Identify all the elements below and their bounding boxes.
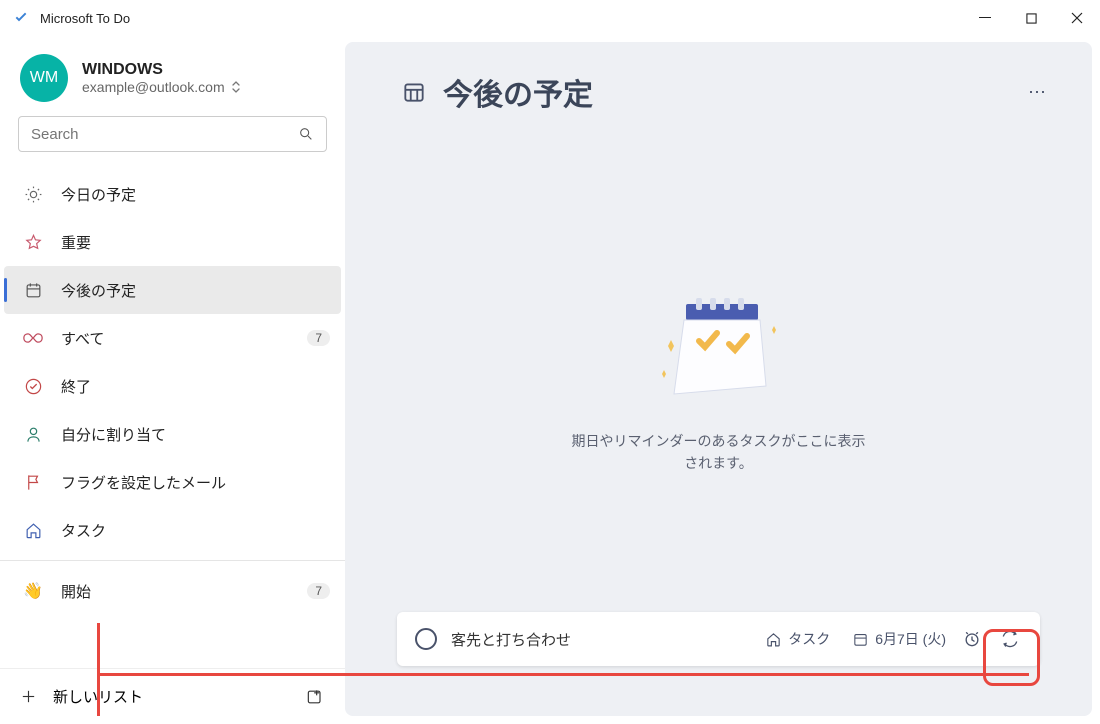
maximize-button[interactable] xyxy=(1008,0,1054,36)
task-input-card[interactable]: 客先と打ち合わせ タスク 6月7日 (火) xyxy=(397,612,1040,666)
star-icon xyxy=(23,233,43,252)
sidebar-item-my-day[interactable]: 今日の予定 xyxy=(0,170,345,218)
avatar: WM xyxy=(20,54,68,102)
sidebar-item-flagged[interactable]: フラグを設定したメール xyxy=(0,458,345,506)
sidebar-item-label: すべて xyxy=(61,328,104,349)
flag-icon xyxy=(23,473,43,492)
sidebar-item-label: 終了 xyxy=(61,376,91,397)
divider xyxy=(0,560,345,561)
repeat-button[interactable] xyxy=(998,627,1022,651)
account-switcher[interactable]: WM WINDOWS example@outlook.com xyxy=(0,46,345,116)
sun-icon xyxy=(23,185,43,204)
sidebar-item-completed[interactable]: 終了 xyxy=(0,362,345,410)
new-list-button[interactable]: 新しいリスト xyxy=(53,686,289,707)
calendar-icon xyxy=(852,631,869,648)
minimize-button[interactable] xyxy=(962,0,1008,36)
search-icon xyxy=(298,126,314,142)
sidebar-item-label: 重要 xyxy=(61,232,91,253)
list-chip[interactable]: タスク xyxy=(765,629,830,649)
main-panel: 今後の予定 ⋯ 期日やリマインダーのあるタスクがここに表示 されます。 xyxy=(345,42,1092,716)
account-email: example@outlook.com xyxy=(82,79,225,95)
sidebar-item-label: 今日の予定 xyxy=(61,184,136,205)
home-icon xyxy=(765,631,782,648)
more-options-button[interactable]: ⋯ xyxy=(1020,74,1056,110)
task-title-input[interactable]: 客先と打ち合わせ xyxy=(451,629,751,650)
reminder-button[interactable] xyxy=(960,627,984,651)
app-logo-icon xyxy=(12,9,30,27)
new-group-button[interactable] xyxy=(305,687,325,707)
calendar-icon xyxy=(23,281,43,300)
plus-icon xyxy=(20,688,37,705)
sidebar-item-label: 自分に割り当て xyxy=(61,424,166,445)
sidebar-item-tasks[interactable]: タスク xyxy=(0,506,345,554)
planned-header-icon xyxy=(401,79,427,105)
sidebar-item-planned[interactable]: 今後の予定 xyxy=(4,266,341,314)
empty-illustration xyxy=(644,286,794,416)
sidebar-item-label: 開始 xyxy=(61,581,91,602)
search-input[interactable] xyxy=(31,126,298,143)
sidebar-item-label: 今後の予定 xyxy=(61,280,136,301)
close-button[interactable] xyxy=(1054,0,1100,36)
sidebar-item-getting-started[interactable]: 👋 開始 7 xyxy=(0,567,345,615)
titlebar: Microsoft To Do xyxy=(0,0,1100,36)
app-title: Microsoft To Do xyxy=(40,11,130,26)
wave-icon: 👋 xyxy=(23,581,43,601)
person-icon xyxy=(23,425,43,444)
check-circle-icon xyxy=(23,377,43,396)
home-icon xyxy=(23,521,43,540)
count-badge: 7 xyxy=(307,330,330,346)
page-title: 今後の予定 xyxy=(443,70,593,114)
sidebar: WM WINDOWS example@outlook.com xyxy=(0,36,345,724)
search-field[interactable] xyxy=(18,116,327,152)
sidebar-item-all[interactable]: すべて 7 xyxy=(0,314,345,362)
sidebar-item-label: タスク xyxy=(61,520,106,541)
infinity-icon xyxy=(23,331,43,345)
empty-state-message: 期日やリマインダーのあるタスクがここに表示 されます。 xyxy=(572,430,866,475)
sidebar-item-label: フラグを設定したメール xyxy=(61,472,226,493)
account-name: WINDOWS xyxy=(82,61,241,79)
task-checkbox[interactable] xyxy=(415,628,437,650)
chevron-updown-icon xyxy=(231,81,241,93)
count-badge: 7 xyxy=(307,583,330,599)
sidebar-item-assigned[interactable]: 自分に割り当て xyxy=(0,410,345,458)
due-date-chip[interactable]: 6月7日 (火) xyxy=(852,629,946,649)
sidebar-item-important[interactable]: 重要 xyxy=(0,218,345,266)
